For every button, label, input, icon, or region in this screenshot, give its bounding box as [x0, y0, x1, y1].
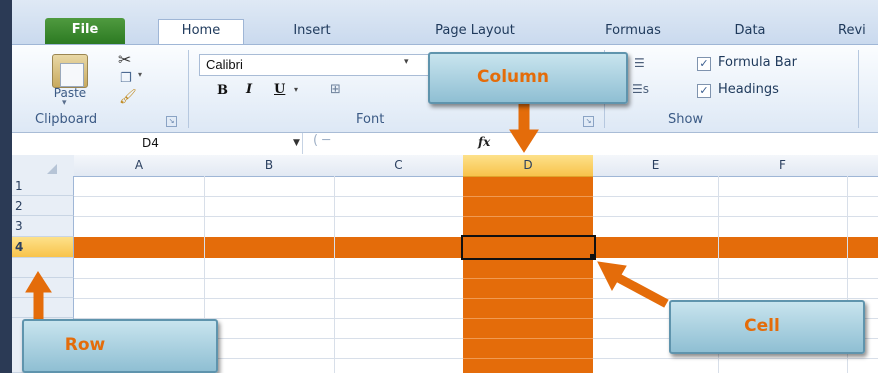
column-arrow-head [509, 129, 539, 153]
row-callout-label: Row [64, 335, 106, 355]
cell-arrow-shaft [611, 271, 669, 308]
row-arrow-head [25, 271, 52, 293]
cell-callout-label: Cell [744, 316, 780, 336]
row-callout: Row [22, 319, 218, 373]
cell-callout: Cell [669, 300, 865, 354]
column-callout: Column [428, 52, 628, 104]
column-callout-label: Column [477, 67, 549, 87]
